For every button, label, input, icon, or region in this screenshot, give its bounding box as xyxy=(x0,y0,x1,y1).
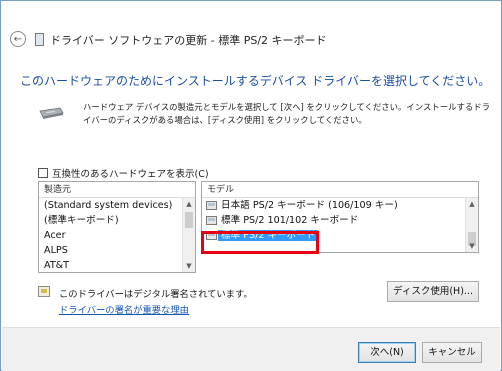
scroll-down-icon[interactable]: ▼ xyxy=(183,260,195,272)
window-title: ドライバー ソフトウェアの更新 - 標準 PS/2 キーボード xyxy=(50,34,327,47)
back-button[interactable]: ← xyxy=(10,31,26,47)
model-header: モデル xyxy=(202,182,478,198)
driver-icon xyxy=(206,216,217,225)
signed-driver-icon xyxy=(38,286,50,297)
scroll-up-icon[interactable]: ▲ xyxy=(466,198,478,210)
page-heading: このハードウェアのためにインストールするデバイス ドライバーを選択してください。 xyxy=(20,74,491,88)
driver-icon xyxy=(206,201,217,210)
signature-info-link[interactable]: ドライバーの署名が重要な理由 xyxy=(59,302,189,316)
list-item[interactable]: (標準キーボード) xyxy=(39,213,195,228)
list-item[interactable]: ALPS xyxy=(39,243,195,258)
cancel-button[interactable]: キャンセル xyxy=(422,342,482,363)
model-item[interactable]: 日本語 PS/2 キーボード (106/109 キー) xyxy=(202,198,478,213)
compatible-hardware-label: 互換性のあるハードウェアを表示(C) xyxy=(52,169,209,180)
driver-update-window: ← ドライバー ソフトウェアの更新 - 標準 PS/2 キーボード このハードウ… xyxy=(0,0,502,371)
scroll-down-icon[interactable]: ▼ xyxy=(466,240,478,252)
title-bar: ← ドライバー ソフトウェアの更新 - 標準 PS/2 キーボード xyxy=(2,2,500,57)
model-scrollbar[interactable]: ▲ ▼ xyxy=(465,198,478,252)
next-button[interactable]: 次へ(N) xyxy=(358,342,416,363)
instruction-text: ハードウェア デバイスの製造元とモデルを選択して [次へ] をクリックしてくださ… xyxy=(83,102,490,125)
list-item[interactable]: Acer xyxy=(39,228,195,243)
list-item[interactable]: AT&T xyxy=(39,258,195,272)
manufacturer-header: 製造元 xyxy=(39,182,195,198)
model-item[interactable]: 標準 PS/2 101/102 キーボード xyxy=(202,213,478,228)
back-arrow-icon: ← xyxy=(13,33,23,45)
have-disk-button[interactable]: ディスク使用(H)... xyxy=(387,281,479,302)
scroll-up-icon[interactable]: ▲ xyxy=(183,198,195,210)
compatible-hardware-row[interactable]: 互換性のあるハードウェアを表示(C) xyxy=(38,166,209,180)
keyboard-icon xyxy=(39,107,64,119)
signature-status: このドライバーはデジタル署名されています。 xyxy=(59,289,253,300)
compatible-hardware-checkbox[interactable] xyxy=(38,168,48,178)
selection-highlight-annotation xyxy=(201,231,319,254)
scroll-thumb[interactable] xyxy=(185,212,193,228)
model-label: 日本語 PS/2 キーボード (106/109 キー) xyxy=(221,200,398,211)
device-icon xyxy=(35,33,44,46)
manufacturer-list[interactable]: 製造元 (Standard system devices) (標準キーボード) … xyxy=(38,181,196,273)
model-label: 標準 PS/2 101/102 キーボード xyxy=(221,215,359,226)
list-item[interactable]: (Standard system devices) xyxy=(39,198,195,213)
manufacturer-scrollbar[interactable]: ▲ ▼ xyxy=(182,198,195,272)
